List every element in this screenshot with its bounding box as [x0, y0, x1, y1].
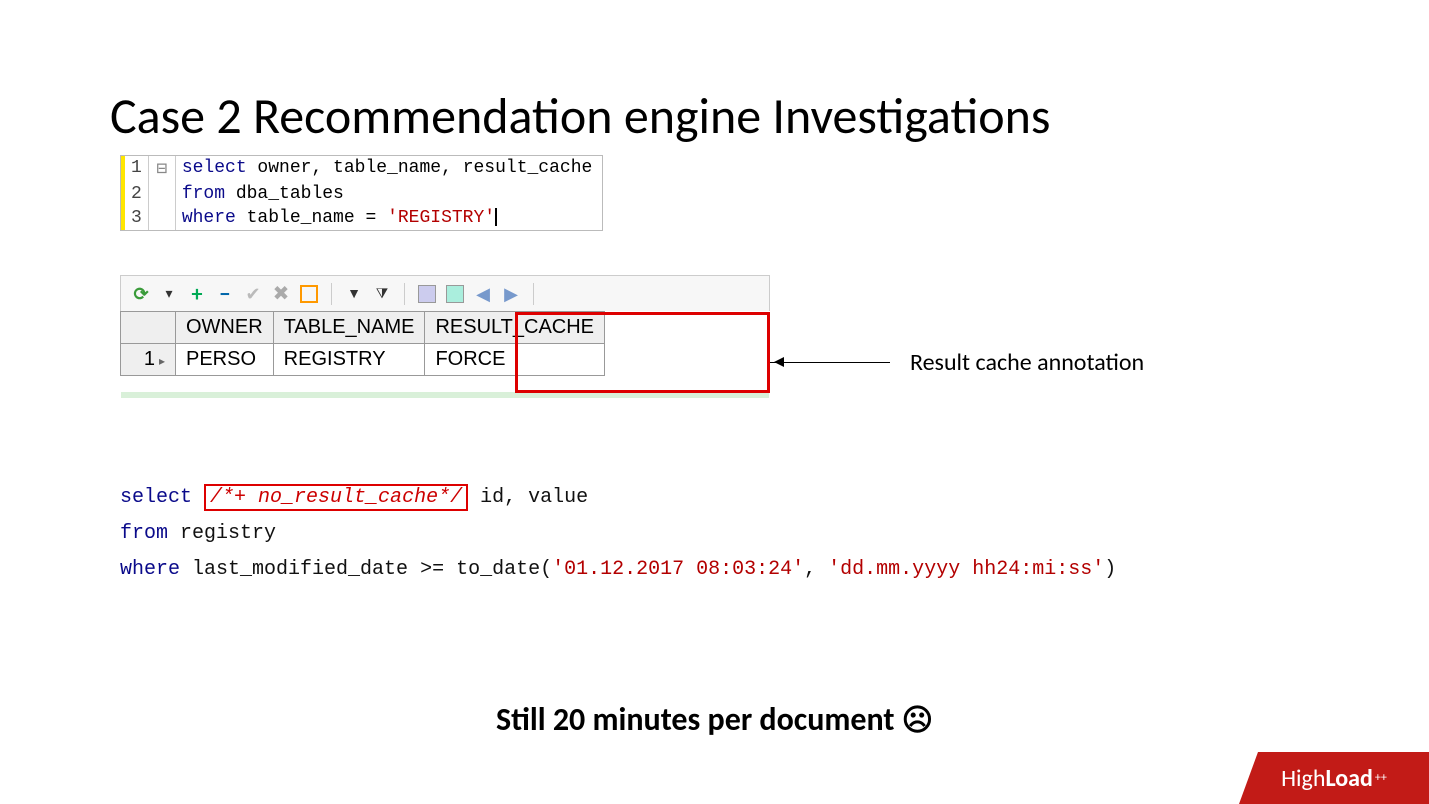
- code-line-3[interactable]: where table_name = 'REGISTRY': [175, 206, 600, 230]
- remove-icon[interactable]: −: [215, 284, 235, 304]
- hint-box: /*+ no_result_cache*/: [204, 484, 468, 511]
- row-pointer-icon: ▸: [155, 354, 165, 368]
- results-toolbar: ⟳ ▾ + − ✔ ✖ ▼ ⧩ ◀ ▶: [120, 275, 770, 311]
- cell-owner: PERSO: [176, 344, 274, 376]
- sql-hint: /*+ no_result_cache*/: [210, 486, 462, 509]
- line-number: 2: [123, 182, 148, 206]
- filter-icon[interactable]: ▼: [344, 284, 364, 304]
- results-table: OWNER TABLE_NAME RESULT_CACHE 1▸ PERSO R…: [120, 311, 605, 376]
- code-line-1[interactable]: select owner, table_name, result_cache: [175, 156, 600, 182]
- sql-editor: 1 ⊟ select owner, table_name, result_cac…: [120, 155, 603, 231]
- keyword-from: from: [182, 184, 225, 204]
- slide-title: Case 2 Recommendation engine Investigati…: [110, 86, 1050, 147]
- keyword-where: where: [182, 208, 236, 228]
- dropdown-icon[interactable]: ▾: [159, 284, 179, 304]
- col-table-name[interactable]: TABLE_NAME: [273, 312, 425, 344]
- line-number: 1: [123, 156, 148, 182]
- col-owner[interactable]: OWNER: [176, 312, 274, 344]
- row-number: 1▸: [121, 344, 176, 376]
- next-icon[interactable]: ▶: [501, 284, 521, 304]
- text-cursor: [495, 208, 497, 226]
- arrow-line: [770, 362, 890, 363]
- frown-icon: ☹: [902, 702, 933, 739]
- keyword-where: where: [120, 558, 180, 581]
- commit-icon[interactable]: ✔: [243, 284, 263, 304]
- filter-plus-icon[interactable]: ⧩: [372, 284, 392, 304]
- grid1-icon[interactable]: [417, 284, 437, 304]
- refresh-icon[interactable]: ⟳: [131, 284, 151, 304]
- line-number: 3: [123, 206, 148, 230]
- cell-table-name: REGISTRY: [273, 344, 425, 376]
- add-icon[interactable]: +: [187, 284, 207, 304]
- keyword-select: select: [182, 158, 247, 178]
- keyword-from: from: [120, 522, 168, 545]
- prev-icon[interactable]: ◀: [473, 284, 493, 304]
- sql-snippet-2: select /*+ no_result_cache*/ id, value f…: [120, 480, 1116, 588]
- fold-icon[interactable]: ⊟: [148, 156, 175, 182]
- conference-logo: HighLoad++: [1239, 752, 1429, 804]
- table-footer-bar: [121, 392, 769, 398]
- copy-icon[interactable]: [299, 284, 319, 304]
- col-result-cache[interactable]: RESULT_CACHE: [425, 312, 605, 344]
- code-line-2[interactable]: from dba_tables: [175, 182, 600, 206]
- cancel-icon[interactable]: ✖: [271, 284, 291, 304]
- row-header-blank: [121, 312, 176, 344]
- annotation-text: Result cache annotation: [910, 348, 1144, 377]
- keyword-select: select: [120, 486, 192, 509]
- conclusion-text: Still 20 minutes per document ☹: [0, 700, 1429, 739]
- grid2-icon[interactable]: [445, 284, 465, 304]
- cell-result-cache: FORCE: [425, 344, 605, 376]
- table-row[interactable]: 1▸ PERSO REGISTRY FORCE: [121, 344, 605, 376]
